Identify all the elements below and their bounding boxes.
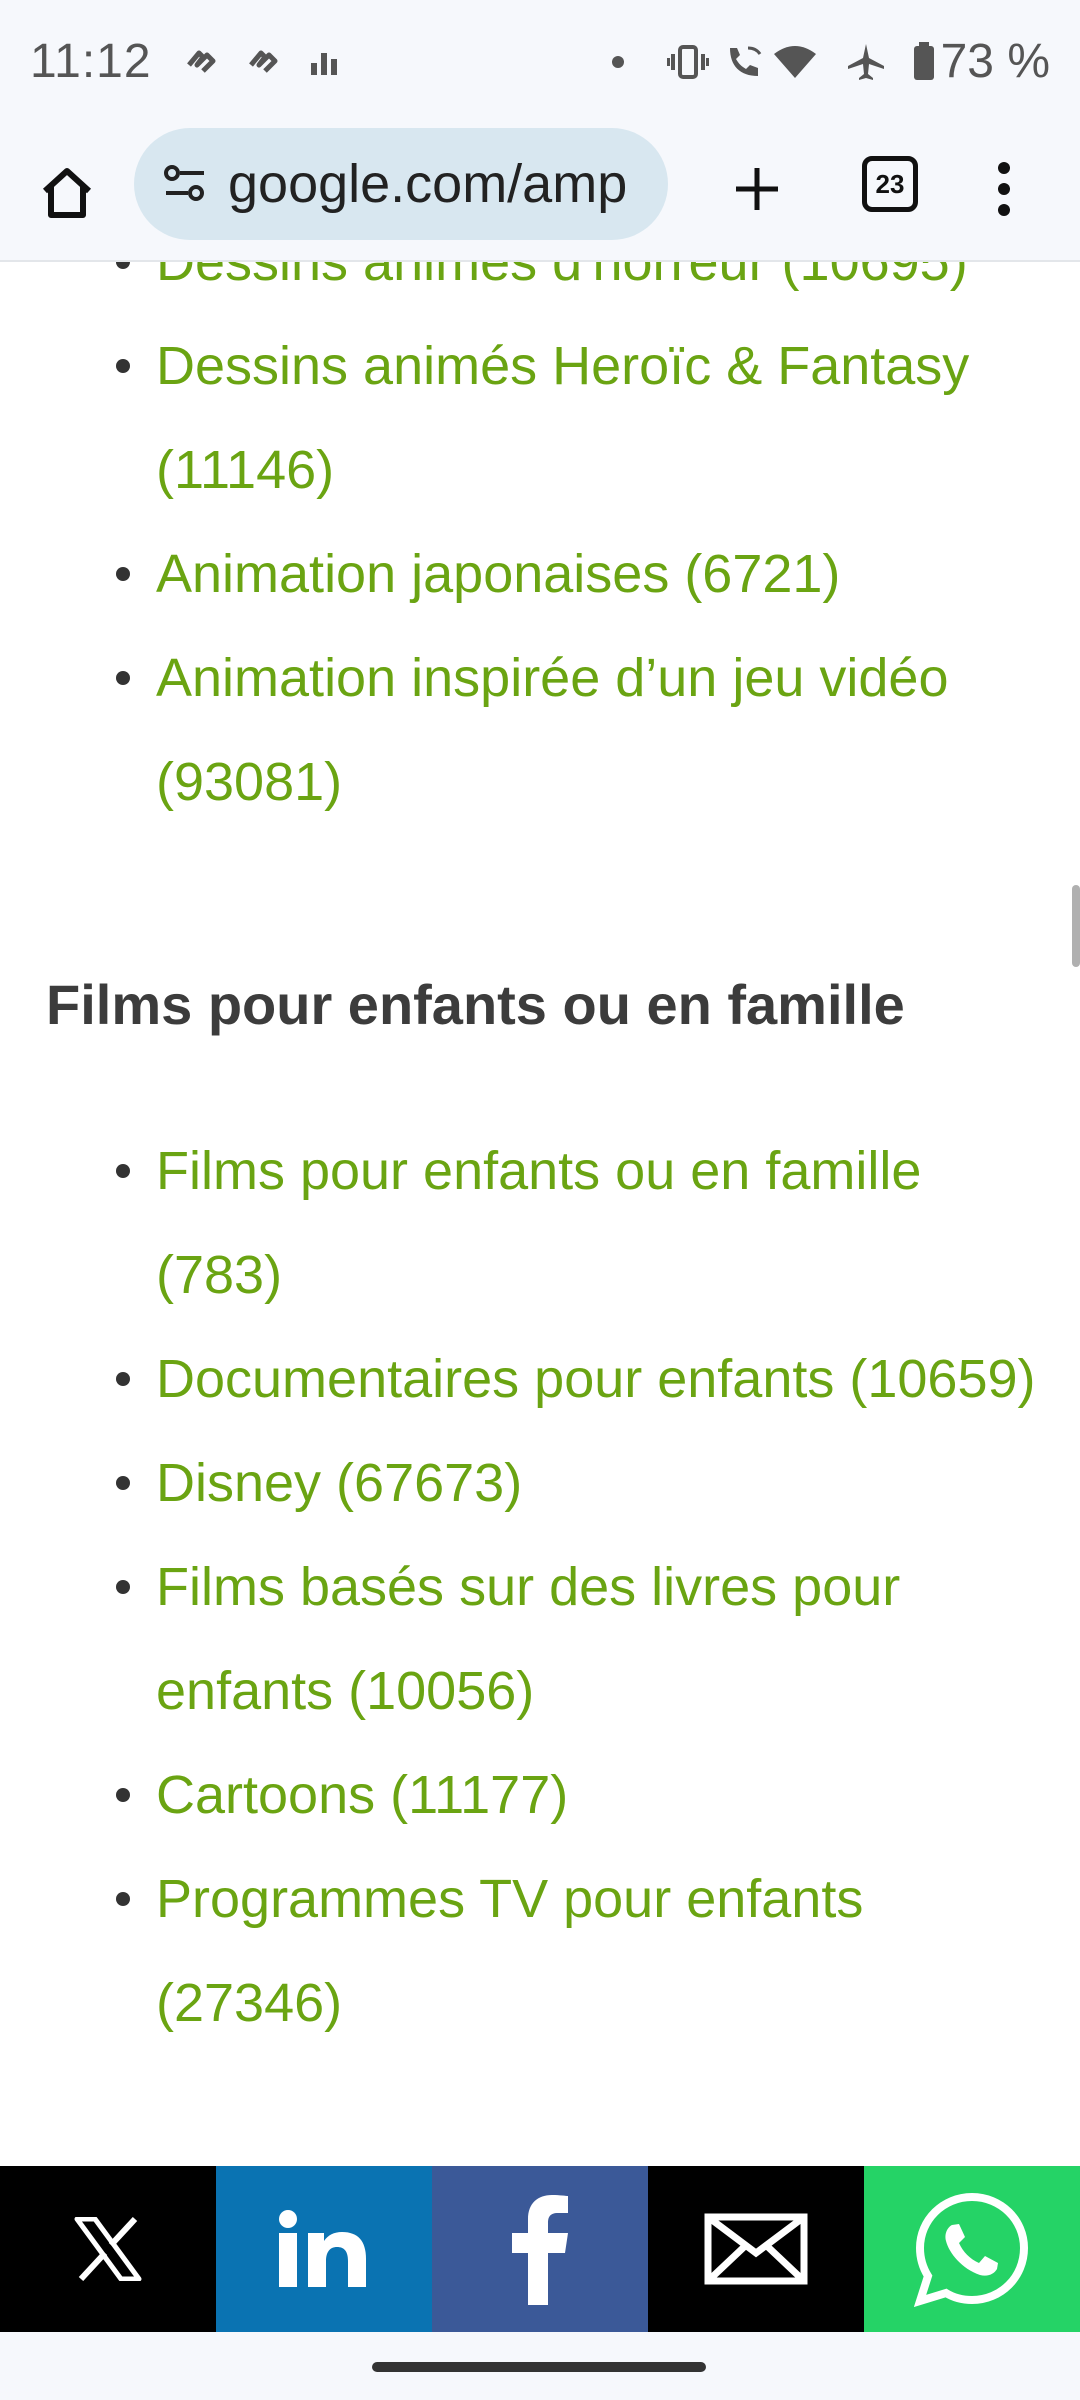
linkedin-icon	[279, 2210, 366, 2287]
new-tab-button[interactable]	[722, 154, 792, 224]
share-whatsapp-button[interactable]	[864, 2166, 1080, 2332]
category-list-animation: Dessins animés d'horreur (10695) Dessins…	[0, 262, 1080, 834]
battery-icon	[910, 42, 938, 82]
plus-icon	[736, 168, 778, 210]
category-link[interactable]: Dessins animés Heroïc & Fantasy (11146)	[156, 336, 969, 500]
url-text[interactable]: google.com/amp	[228, 153, 627, 215]
email-icon	[704, 2213, 808, 2285]
list-item[interactable]: Dessins animés Heroïc & Fantasy (11146)	[0, 314, 1080, 522]
status-time: 11:12	[30, 35, 152, 88]
category-link[interactable]: Cartoons (11177)	[156, 1765, 568, 1825]
category-link[interactable]: Animation japonaises (6721)	[156, 544, 840, 604]
site-settings-icon[interactable]	[160, 159, 210, 209]
list-item[interactable]: Animation inspirée d’un jeu vidéo (93081…	[0, 626, 1080, 834]
airplane-icon	[844, 42, 888, 82]
share-email-button[interactable]	[648, 2166, 864, 2332]
list-item[interactable]: Films basés sur des livres pour enfants …	[0, 1535, 1080, 1743]
share-x-button[interactable]	[0, 2166, 216, 2332]
x-icon	[74, 2217, 142, 2281]
wifi-call-icon	[722, 42, 766, 82]
home-button[interactable]	[30, 156, 104, 230]
category-list-family: Films pour enfants ou en famille (783) D…	[0, 1119, 1080, 2055]
list-item[interactable]: Films pour enfants ou en famille (783)	[0, 1119, 1080, 1327]
scrollbar-thumb[interactable]	[1072, 885, 1080, 967]
list-item[interactable]: Dessins animés d'horreur (10695)	[0, 262, 1080, 314]
category-link[interactable]: Animation inspirée d’un jeu vidéo (93081…	[156, 648, 949, 812]
list-item[interactable]: Programmes TV pour enfants (27346)	[0, 1847, 1080, 2055]
category-link[interactable]: Dessins animés d'horreur (10695)	[156, 262, 968, 292]
browser-toolbar: google.com/amp 23	[0, 128, 1080, 262]
share-linkedin-button[interactable]	[216, 2166, 432, 2332]
category-link[interactable]: Documentaires pour enfants (10659)	[156, 1349, 1036, 1409]
notification-icon	[244, 42, 284, 82]
battery-percentage: 73 %	[940, 35, 1050, 88]
address-bar[interactable]: google.com/amp	[134, 128, 668, 240]
notification-icon	[182, 42, 222, 82]
dot-icon	[606, 42, 630, 82]
vibrate-icon	[666, 42, 710, 82]
category-link[interactable]: Programmes TV pour enfants (27346)	[156, 1869, 863, 2033]
category-link[interactable]: Films pour enfants ou en famille (783)	[156, 1141, 921, 1305]
gesture-handle[interactable]	[372, 2362, 706, 2372]
list-item[interactable]: Animation japonaises (6721)	[0, 522, 1080, 626]
tab-count: 23	[875, 168, 905, 199]
share-bar	[0, 2166, 1080, 2332]
section-heading: Films pour enfants ou en famille	[46, 973, 905, 1036]
facebook-icon	[512, 2195, 568, 2305]
wifi-icon	[770, 42, 820, 82]
more-menu-icon[interactable]	[976, 154, 1032, 224]
signal-bars-icon	[306, 42, 342, 82]
share-facebook-button[interactable]	[432, 2166, 648, 2332]
home-icon	[42, 168, 92, 218]
category-link[interactable]: Disney (67673)	[156, 1453, 522, 1513]
page-content: Dessins animés d'horreur (10695) Dessins…	[0, 262, 1080, 2166]
list-item[interactable]: Cartoons (11177)	[0, 1743, 1080, 1847]
status-bar: 11:12 73 %	[0, 0, 1080, 128]
navigation-bar	[0, 2332, 1080, 2400]
list-item[interactable]: Disney (67673)	[0, 1431, 1080, 1535]
tab-switcher-button[interactable]: 23	[862, 156, 918, 212]
category-link[interactable]: Films basés sur des livres pour enfants …	[156, 1557, 900, 1721]
whatsapp-icon	[914, 2192, 1029, 2307]
list-item[interactable]: Documentaires pour enfants (10659)	[0, 1327, 1080, 1431]
